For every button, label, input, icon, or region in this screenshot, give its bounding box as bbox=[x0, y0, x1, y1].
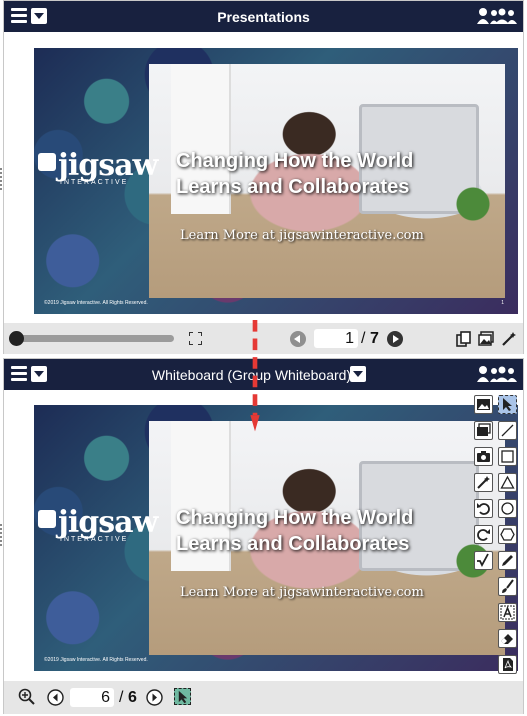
learn-more-text: Learn More at jigsawinteractive.com bbox=[180, 228, 424, 243]
previous-page-icon[interactable] bbox=[290, 331, 306, 347]
participants-icon[interactable] bbox=[477, 7, 517, 25]
eraser-icon[interactable] bbox=[498, 629, 517, 648]
redo-icon[interactable] bbox=[474, 525, 493, 544]
presentation-controls: 1 / 7 bbox=[4, 323, 523, 354]
gallery-icon[interactable] bbox=[478, 331, 494, 347]
headline-line-1: Changing How the World bbox=[176, 150, 414, 172]
presentations-panel: Presentations jigsaw INTERACTIVE Changin… bbox=[3, 0, 524, 354]
whiteboard-slide[interactable]: jigsaw INTERACTIVE Changing How the Worl… bbox=[34, 405, 518, 671]
puzzle-piece-icon bbox=[38, 153, 56, 171]
participants-icon[interactable] bbox=[477, 365, 517, 383]
whiteboard-panel: Whiteboard (Group Whiteboard) jigsaw INT… bbox=[3, 358, 524, 714]
page-number-input[interactable]: 6 bbox=[70, 688, 114, 707]
magic-wand-icon[interactable] bbox=[501, 331, 517, 347]
line-icon[interactable] bbox=[498, 421, 517, 440]
progress-slider-knob[interactable] bbox=[9, 331, 24, 346]
slide-headline: Changing How the World Learns and Collab… bbox=[176, 505, 413, 557]
resize-handle[interactable] bbox=[0, 524, 2, 546]
logo-text: jigsaw bbox=[58, 148, 158, 183]
copy-icon[interactable] bbox=[456, 331, 472, 347]
jigsaw-logo: jigsaw INTERACTIVE bbox=[38, 505, 158, 543]
presentation-slide: jigsaw INTERACTIVE Changing How the Worl… bbox=[34, 48, 518, 314]
hexagon-icon[interactable] bbox=[498, 525, 517, 544]
undo-icon[interactable] bbox=[474, 499, 493, 518]
triangle-icon[interactable] bbox=[498, 473, 517, 492]
next-page-icon[interactable] bbox=[146, 689, 163, 706]
next-page-icon[interactable] bbox=[387, 331, 403, 347]
presentations-titlebar: Presentations bbox=[4, 1, 523, 32]
magic-wand-icon[interactable] bbox=[474, 473, 493, 492]
brush-icon[interactable] bbox=[498, 577, 517, 596]
copyright-text: ©2019 Jigsaw Interactive. All Rights Res… bbox=[44, 657, 148, 663]
slide-number: 1 bbox=[501, 300, 504, 306]
total-pages: 6 bbox=[128, 689, 137, 706]
images-icon[interactable] bbox=[474, 421, 493, 440]
logo-text: jigsaw bbox=[58, 505, 158, 540]
app-root: Presentations jigsaw INTERACTIVE Changin… bbox=[0, 0, 527, 716]
whiteboard-titlebar: Whiteboard (Group Whiteboard) bbox=[4, 359, 523, 390]
resize-handle[interactable] bbox=[0, 168, 2, 190]
whiteboard-controls: 6 / 6 bbox=[4, 681, 523, 714]
total-pages: 7 bbox=[370, 330, 379, 347]
headline-line-2: Learns and Collaborates bbox=[176, 533, 410, 555]
plant bbox=[455, 184, 491, 224]
pointer-mode-icon[interactable] bbox=[174, 688, 191, 705]
jigsaw-logo: jigsaw INTERACTIVE bbox=[38, 148, 158, 186]
headline-line-2: Learns and Collaborates bbox=[176, 176, 410, 198]
drag-arrow-icon bbox=[250, 320, 260, 432]
rectangle-icon[interactable] bbox=[498, 447, 517, 466]
puzzle-piece-icon bbox=[38, 510, 56, 528]
page-separator: / bbox=[119, 689, 124, 706]
copyright-text: ©2019 Jigsaw Interactive. All Rights Res… bbox=[44, 300, 148, 306]
whiteboard-select-dropdown-icon[interactable] bbox=[350, 366, 366, 382]
pencil-icon[interactable] bbox=[498, 551, 517, 570]
page-number-input[interactable]: 1 bbox=[314, 329, 358, 348]
image-icon[interactable] bbox=[474, 395, 493, 414]
previous-page-icon[interactable] bbox=[47, 689, 64, 706]
progress-slider[interactable] bbox=[16, 335, 174, 342]
camera-icon[interactable] bbox=[474, 447, 493, 466]
checkmark-icon[interactable] bbox=[474, 551, 493, 570]
pdf-icon[interactable] bbox=[498, 655, 517, 674]
headline-line-1: Changing How the World bbox=[176, 507, 414, 529]
slide-headline: Changing How the World Learns and Collab… bbox=[176, 148, 413, 200]
fullscreen-icon[interactable] bbox=[189, 332, 202, 345]
text-icon[interactable] bbox=[498, 603, 517, 622]
pointer-icon[interactable] bbox=[498, 395, 517, 414]
panel-title: Presentations bbox=[217, 9, 310, 25]
circle-icon[interactable] bbox=[498, 499, 517, 518]
page-separator: / bbox=[361, 330, 366, 347]
zoom-in-icon[interactable] bbox=[18, 688, 36, 706]
learn-more-text: Learn More at jigsawinteractive.com bbox=[180, 585, 424, 600]
